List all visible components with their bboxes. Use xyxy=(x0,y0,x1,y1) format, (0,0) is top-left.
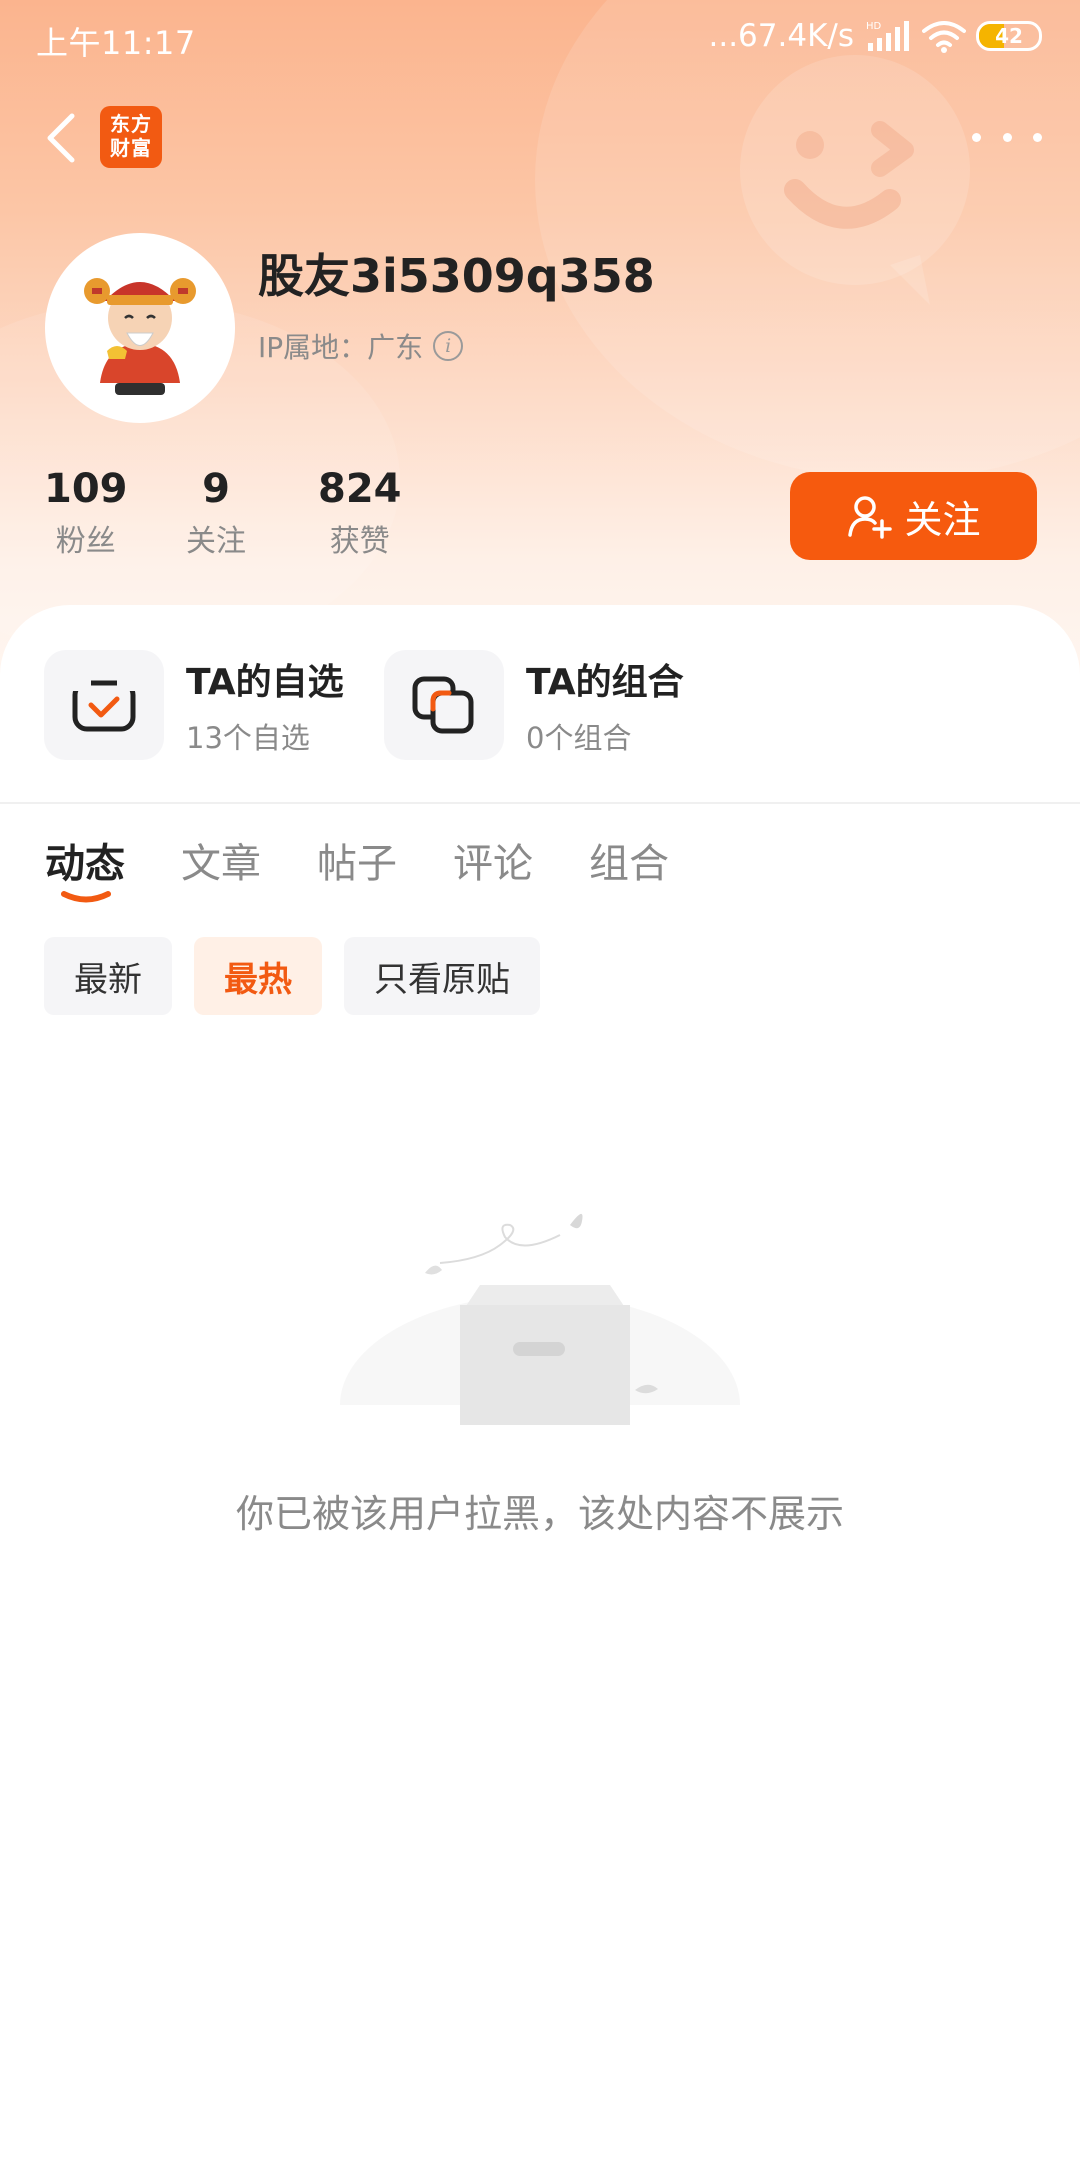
tab-posts[interactable]: 帖子 xyxy=(317,831,397,889)
follow-button[interactable]: 关注 xyxy=(790,472,1037,560)
shortcut-watchlist-icon-box xyxy=(44,650,164,760)
ip-location: IP属地：广东 i xyxy=(258,326,464,366)
filter-hottest[interactable]: 最热 xyxy=(194,937,322,1015)
content-tabs: 动态 文章 帖子 评论 组合 xyxy=(45,831,725,903)
battery-icon: 42 xyxy=(976,21,1042,51)
back-button[interactable] xyxy=(40,108,84,168)
tab-articles-label: 文章 xyxy=(181,841,261,887)
avatar[interactable] xyxy=(45,233,235,423)
stat-following-label: 关注 xyxy=(186,524,246,559)
avatar-cartoon-icon xyxy=(84,278,196,395)
tab-active-indicator xyxy=(61,891,111,903)
filter-latest[interactable]: 最新 xyxy=(44,937,172,1015)
ip-location-text: IP属地：广东 xyxy=(258,331,424,364)
status-icons: ...67.4K/s HD 42 xyxy=(708,18,1042,54)
content-card: TA的自选 13个自选 TA的组合 0个组合 动态 文章 帖子 评论 组合 最新… xyxy=(0,605,1080,2160)
app-logo-line2: 财富 xyxy=(110,136,152,160)
tab-portfolios[interactable]: 组合 xyxy=(589,831,669,889)
empty-box-illustration xyxy=(330,1213,750,1425)
more-dot xyxy=(1002,132,1012,142)
shortcut-portfolio[interactable]: TA的组合 0个组合 xyxy=(384,650,684,760)
stat-likes[interactable]: 824 获赞 xyxy=(318,466,402,560)
stat-fans[interactable]: 109 粉丝 xyxy=(44,466,128,560)
blocked-message: 你已被该用户拉黑，该处内容不展示 xyxy=(235,1492,844,1536)
watchlist-check-icon xyxy=(71,677,137,732)
smile-bubble-decoration xyxy=(740,55,970,305)
tab-portfolios-label: 组合 xyxy=(589,841,669,887)
shortcut-portfolio-subtitle: 0个组合 xyxy=(526,721,632,755)
status-time: 上午11:17 xyxy=(36,24,196,62)
stat-likes-label: 获赞 xyxy=(329,524,390,559)
stat-following-value: 9 xyxy=(202,466,230,512)
signal-hd-badge: HD xyxy=(866,21,882,32)
shortcut-watchlist-text: TA的自选 13个自选 xyxy=(186,653,344,757)
battery-level: 42 xyxy=(995,24,1023,48)
stat-likes-value: 824 xyxy=(318,466,402,512)
follow-button-label: 关注 xyxy=(904,497,981,542)
shortcut-watchlist-subtitle: 13个自选 xyxy=(186,721,310,755)
tab-posts-label: 帖子 xyxy=(317,841,397,887)
stat-fans-value: 109 xyxy=(44,466,128,512)
app-logo-line1: 东方 xyxy=(110,112,152,136)
tab-dynamics-label: 动态 xyxy=(45,841,125,887)
shortcut-watchlist[interactable]: TA的自选 13个自选 xyxy=(44,650,344,760)
tab-comments[interactable]: 评论 xyxy=(453,831,533,889)
section-divider xyxy=(0,802,1080,804)
add-user-icon xyxy=(848,496,893,539)
tab-comments-label: 评论 xyxy=(453,841,533,887)
signal-icon: HD xyxy=(866,21,909,51)
shortcut-portfolio-text: TA的组合 0个组合 xyxy=(526,653,684,757)
filter-original-only[interactable]: 只看原贴 xyxy=(344,937,540,1015)
username: 股友3i5309q358 xyxy=(258,249,655,303)
filter-chips: 最新 最热 只看原贴 xyxy=(44,937,540,1015)
shortcut-portfolio-title: TA的组合 xyxy=(526,662,684,703)
more-dot xyxy=(1033,132,1042,142)
more-dot xyxy=(972,132,981,142)
tab-articles[interactable]: 文章 xyxy=(181,831,261,889)
info-icon[interactable]: i xyxy=(433,331,464,361)
wifi-icon xyxy=(922,21,966,53)
network-speed: ...67.4K/s xyxy=(708,18,854,54)
stat-following[interactable]: 9 关注 xyxy=(186,466,246,560)
app-logo: 东方 财富 xyxy=(100,106,162,168)
status-bar: 上午11:17 ...67.4K/s HD 42 xyxy=(0,0,1080,76)
shortcut-portfolio-icon-box xyxy=(384,650,504,760)
tab-dynamics[interactable]: 动态 xyxy=(45,831,125,903)
shortcut-watchlist-title: TA的自选 xyxy=(186,662,344,703)
stat-fans-label: 粉丝 xyxy=(55,524,116,559)
portfolio-icon xyxy=(412,676,474,734)
more-options-button[interactable] xyxy=(972,122,1042,152)
